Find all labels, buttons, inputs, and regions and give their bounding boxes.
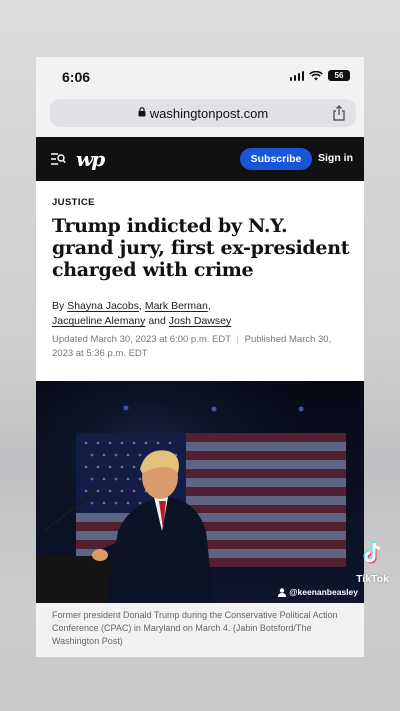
address-bar[interactable]: washingtonpost.com <box>50 99 356 127</box>
tiktok-watermark: TikTok <box>350 540 395 585</box>
section-kicker[interactable]: JUSTICE <box>52 197 95 208</box>
article-headline: Trump indicted by N.Y. grand jury, first… <box>52 215 350 281</box>
person-icon <box>278 587 287 597</box>
photo-credit-user: @keenanbeasley <box>289 587 358 597</box>
menu-search-icon[interactable] <box>50 152 66 166</box>
article-header: JUSTICE Trump indicted by N.Y. grand jur… <box>36 181 364 381</box>
updated-time: Updated March 30, 2023 at 6:00 p.m. EDT <box>52 334 231 345</box>
author-link[interactable]: Josh Dawsey <box>169 315 231 327</box>
status-time: 6:06 <box>62 69 91 85</box>
subscribe-button[interactable]: Subscribe <box>240 148 312 170</box>
status-icons: 56 <box>289 70 350 81</box>
byline-and: and <box>148 315 166 327</box>
share-icon[interactable] <box>332 105 346 121</box>
lead-photo-illustration <box>36 381 364 603</box>
caption-area: Former president Donald Trump during the… <box>36 603 364 657</box>
lock-icon <box>138 107 146 119</box>
wifi-icon <box>309 70 323 80</box>
author-link[interactable]: Jacqueline Alemany <box>52 315 145 327</box>
tiktok-icon <box>363 542 380 564</box>
photo-credit: @keenanbeasley <box>278 587 358 597</box>
site-header: wp Subscribe Sign in <box>36 137 364 181</box>
timestamp: Updated March 30, 2023 at 6:00 p.m. EDT … <box>52 333 352 361</box>
signal-icon <box>289 70 304 81</box>
byline-prefix: By <box>52 300 65 312</box>
battery-level: 56 <box>334 71 344 80</box>
author-link[interactable]: Shayna Jacobs <box>67 300 139 312</box>
phone-screen: 6:06 56 washingtonpost.com wp Subscribe … <box>36 57 364 657</box>
timestamp-separator: | <box>236 334 239 345</box>
url-text: washingtonpost.com <box>149 105 269 121</box>
status-bar: 6:06 56 <box>36 57 364 97</box>
byline: By Shayna Jacobs, Mark Berman, Jacquelin… <box>52 300 232 327</box>
lead-photo[interactable]: @keenanbeasley <box>36 381 364 603</box>
sign-in-link[interactable]: Sign in <box>318 152 353 164</box>
author-link[interactable]: Mark Berman <box>145 300 208 312</box>
photo-caption: Former president Donald Trump during the… <box>52 610 338 646</box>
washington-post-logo[interactable]: wp <box>76 147 105 171</box>
battery-icon: 56 <box>328 70 350 81</box>
tiktok-label: TikTok <box>356 573 389 585</box>
